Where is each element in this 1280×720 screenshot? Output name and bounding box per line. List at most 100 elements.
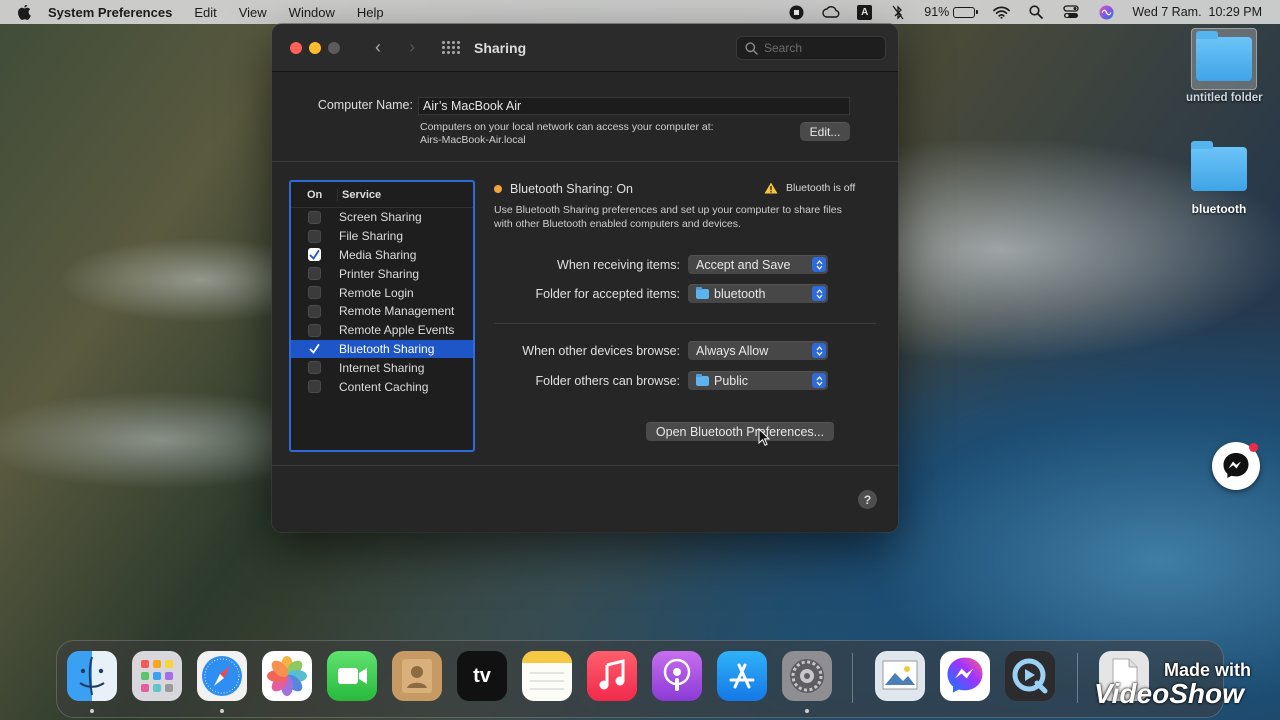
battery-indicator[interactable]: 91% [924,5,979,19]
window-menu[interactable]: Window [289,5,335,20]
spotlight-search-icon[interactable] [1027,4,1045,20]
service-checkbox[interactable] [308,361,321,375]
column-header-service[interactable]: Service [337,188,381,201]
column-header-on[interactable]: On [291,189,337,201]
battery-icon [953,6,979,18]
control-center-icon[interactable] [1062,4,1080,20]
search-icon [745,41,758,55]
zoom-button[interactable] [328,41,340,54]
service-checkbox[interactable] [308,210,321,224]
service-checkbox[interactable] [308,286,321,300]
desktop-untitled-folder[interactable]: untitled folder [1186,28,1263,104]
dock-music[interactable] [587,651,637,701]
service-checkbox[interactable] [308,267,321,281]
messenger-icon [947,657,983,693]
service-row[interactable]: Content Caching [291,377,473,396]
input-source-icon[interactable]: A [857,4,873,20]
checkbox-cell [291,267,337,281]
show-all-grid-icon[interactable] [442,41,460,54]
view-menu[interactable]: View [239,5,267,20]
dock-photos[interactable] [262,651,312,701]
dock-launchpad[interactable] [132,651,182,701]
receiving-items-label: When receiving items: [557,257,680,272]
dock-contacts[interactable] [392,651,442,701]
gear-icon [790,659,824,693]
service-list[interactable]: On Service Screen Sharing File Sharing Med… [289,180,475,452]
service-row[interactable]: File Sharing [291,227,473,246]
dock: tv [56,640,1224,718]
browse-folder-row: Folder others can browse: Public [494,371,836,390]
desktop-bluetooth-folder[interactable]: bluetooth [1186,138,1252,216]
receiving-items-popup[interactable]: Accept and Save [688,255,828,274]
service-row[interactable]: Remote Apple Events [291,321,473,340]
dock-preview[interactable] [875,651,925,701]
checkmark-icon [309,344,320,354]
dock-finder[interactable] [67,651,117,701]
search-field[interactable] [736,36,886,60]
service-name: Remote Apple Events [339,323,455,338]
service-row[interactable]: Internet Sharing [291,358,473,377]
accepted-folder-popup[interactable]: bluetooth [688,284,828,303]
folder-icon [696,373,709,386]
dock-quicktime[interactable] [1005,651,1055,701]
service-row[interactable]: Remote Login [291,283,473,302]
edit-button[interactable]: Edit... [800,122,850,141]
service-row[interactable]: Printer Sharing [291,264,473,283]
open-bluetooth-preferences-button[interactable]: Open Bluetooth Preferences... [646,422,834,441]
receiving-items-row: When receiving items: Accept and Save [494,255,836,274]
tv-icon: tv [473,664,491,687]
browse-folder-popup[interactable]: Public [688,371,828,390]
dock-app-store[interactable] [717,651,767,701]
close-button[interactable] [290,41,302,54]
service-status: Bluetooth Sharing: On [494,182,633,196]
app-menu[interactable]: System Preferences [48,5,172,20]
checkbox-cell [291,286,337,300]
service-row[interactable]: Bluetooth Sharing [291,339,473,359]
dock-messenger[interactable] [940,651,990,701]
creative-cloud-icon[interactable] [822,4,840,20]
service-checkbox[interactable] [308,304,321,318]
bluetooth-off-icon[interactable] [889,4,907,20]
accepted-folder-label: Folder for accepted items: [535,286,680,301]
browse-popup[interactable]: Always Allow [688,341,828,360]
back-icon[interactable]: ‹ [368,37,388,58]
popup-value: Public [714,373,749,388]
dock-system-preferences[interactable] [782,651,832,701]
description-line: Use Bluetooth Sharing preferences and se… [494,204,842,216]
folder-icon [1186,138,1252,200]
service-row[interactable]: Screen Sharing [291,208,473,227]
menu-bar: System Preferences Edit View Window Help… [0,0,1280,24]
service-name: Bluetooth Sharing [339,341,435,356]
siri-icon[interactable] [1097,4,1115,20]
service-row[interactable]: Remote Management [291,302,473,321]
dock-safari[interactable] [197,651,247,701]
status-dot-icon [494,185,502,193]
help-menu[interactable]: Help [357,5,384,20]
finder-icon [79,656,105,696]
minimize-button[interactable] [309,41,321,54]
popup-value: Accept and Save [696,257,791,272]
service-checkbox[interactable] [308,229,321,243]
desktop: { "menubar": { "app_name": "System Prefe… [0,0,1280,720]
service-checkbox[interactable] [308,380,321,394]
apple-menu-icon[interactable] [18,4,32,20]
dock-podcasts[interactable] [652,651,702,701]
app-store-icon [729,663,755,689]
menu-clock[interactable]: Wed 7 Ram. 10:29 PM [1132,5,1262,19]
search-input[interactable] [764,41,874,55]
service-checkbox[interactable] [308,248,321,262]
service-row[interactable]: Media Sharing [291,246,473,265]
edit-menu[interactable]: Edit [194,5,216,20]
wifi-icon[interactable] [992,4,1010,20]
dock-facetime[interactable] [327,651,377,701]
service-checkbox[interactable] [308,342,321,355]
computer-name-field[interactable] [418,97,850,115]
checkbox-cell [291,248,337,262]
record-stop-icon[interactable] [787,4,805,20]
dock-tv[interactable]: tv [457,651,507,701]
forward-icon[interactable]: › [402,37,422,58]
dock-notes[interactable] [522,651,572,701]
messenger-chat-head[interactable] [1212,442,1260,490]
service-checkbox[interactable] [308,323,321,337]
help-button[interactable]: ? [858,490,877,509]
